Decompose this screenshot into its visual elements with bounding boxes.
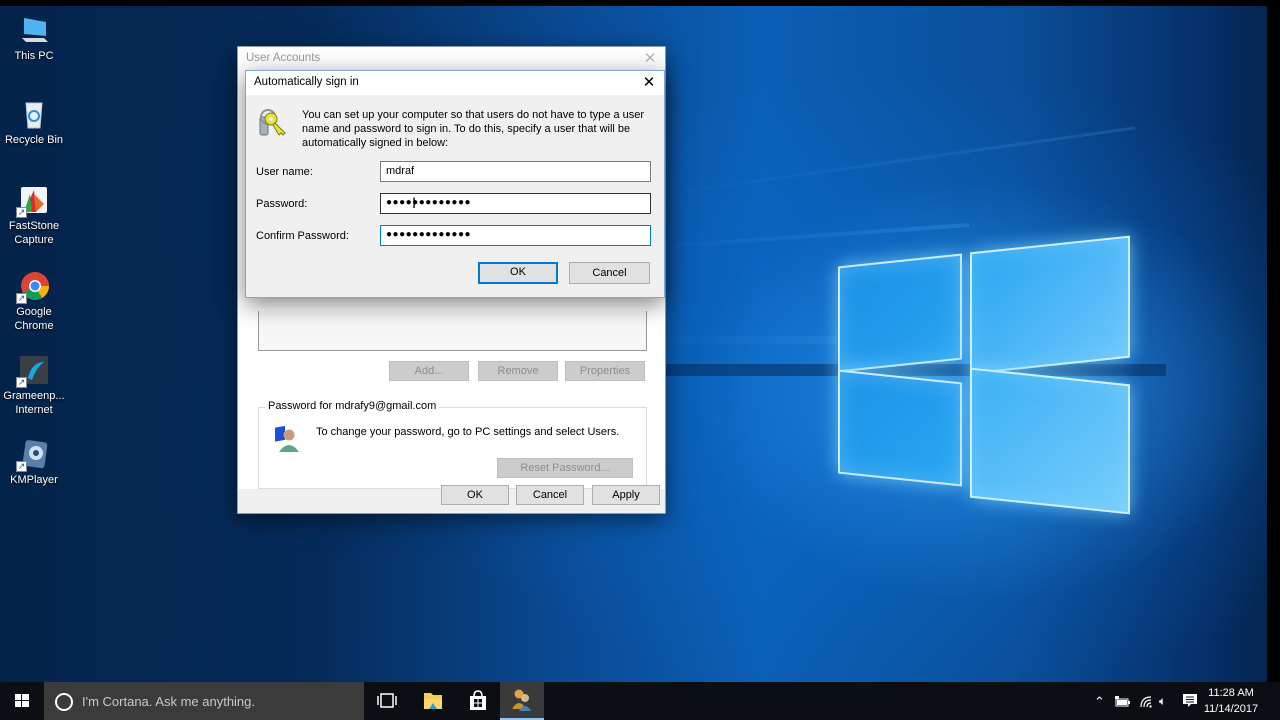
desktop-icon-label: KMPlayer bbox=[10, 474, 58, 486]
desktop-icon-google-chrome[interactable]: ↗ Google Chrome bbox=[2, 270, 66, 333]
auto-signin-body: You can set up your computer so that use… bbox=[246, 95, 664, 297]
password-field[interactable]: ●●●●●●●●●●●●● bbox=[380, 193, 651, 214]
windows-logo-pane bbox=[970, 235, 1130, 375]
cancel-button[interactable]: Cancel bbox=[516, 485, 584, 505]
password-group: Password for mdrafy9@gmail.com To change… bbox=[258, 400, 647, 489]
action-center-icon[interactable] bbox=[1182, 693, 1198, 709]
recycle-bin-icon bbox=[18, 98, 50, 130]
desktop-icon-label: FastStone Capture bbox=[8, 220, 60, 246]
close-icon[interactable]: ✕ bbox=[640, 73, 658, 91]
wallpaper-ray bbox=[640, 336, 840, 344]
grameenphone-internet-icon: ↗ bbox=[16, 354, 50, 388]
user-password-icon bbox=[273, 425, 301, 458]
user-accounts-icon bbox=[512, 689, 531, 711]
desktop-icon-label: Recycle Bin bbox=[4, 134, 64, 146]
desktop-icon-this-pc[interactable]: This PC bbox=[2, 14, 66, 63]
cortana-placeholder: I'm Cortana. Ask me anything. bbox=[82, 694, 256, 709]
properties-button[interactable]: Properties bbox=[565, 361, 645, 381]
windows-logo-pane bbox=[838, 253, 962, 373]
task-view-icon bbox=[377, 693, 397, 708]
desktop-icon-grameenphone-internet[interactable]: ↗ Grameenp... Internet bbox=[2, 354, 66, 417]
dialog-title: Automatically sign in bbox=[254, 76, 359, 88]
user-accounts-footer: OK Cancel Apply bbox=[238, 485, 665, 513]
user-list[interactable] bbox=[258, 311, 647, 351]
file-explorer-button[interactable] bbox=[411, 682, 455, 720]
faststone-capture-icon: ↗ bbox=[16, 184, 50, 218]
this-pc-icon bbox=[18, 14, 50, 46]
wallpaper-ray bbox=[639, 222, 970, 250]
add-user-button[interactable]: Add... bbox=[389, 361, 469, 381]
keys-icon bbox=[256, 107, 288, 144]
store-icon bbox=[470, 690, 486, 710]
wallpaper-dark-band bbox=[666, 364, 1166, 376]
system-clock[interactable]: 11:28 AM 11/14/2017 bbox=[1200, 685, 1262, 717]
username-field[interactable]: mdraf bbox=[380, 161, 651, 182]
confirm-password-label: Confirm Password: bbox=[256, 230, 349, 242]
password-change-message: To change your password, go to PC settin… bbox=[316, 426, 620, 438]
cortana-search-box[interactable]: I'm Cortana. Ask me anything. bbox=[44, 682, 364, 720]
windows-logo-pane bbox=[838, 369, 962, 487]
automatically-sign-in-dialog: Automatically sign in ✕ You can set up y… bbox=[245, 70, 665, 298]
desktop-icon-kmplayer[interactable]: ↗ KMPlayer bbox=[2, 438, 66, 487]
cancel-button[interactable]: Cancel bbox=[569, 262, 650, 284]
clock-date: 11/14/2017 bbox=[1203, 703, 1259, 715]
volume-icon[interactable]: 🔈︎ bbox=[1159, 694, 1166, 709]
task-view-button[interactable] bbox=[365, 682, 409, 720]
desktop-icon-label: Grameenp... Internet bbox=[3, 390, 65, 416]
window-title: User Accounts bbox=[246, 52, 321, 64]
wifi-icon[interactable] bbox=[1139, 695, 1153, 709]
google-chrome-icon: ↗ bbox=[16, 270, 50, 304]
confirm-password-field[interactable]: ●●●●●●●●●●●●● bbox=[380, 225, 651, 246]
kmplayer-icon: ↗ bbox=[16, 438, 50, 472]
user-accounts-titlebar[interactable]: User Accounts ✕ bbox=[238, 47, 665, 71]
wallpaper-ray bbox=[639, 126, 1136, 199]
battery-power-icon[interactable] bbox=[1115, 696, 1131, 708]
shortcut-arrow-icon: ↗ bbox=[16, 377, 27, 388]
auto-signin-titlebar[interactable]: Automatically sign in ✕ bbox=[246, 71, 664, 95]
text-cursor-icon: I bbox=[412, 196, 417, 212]
windows-logo-pane bbox=[970, 367, 1130, 515]
file-explorer-icon bbox=[424, 693, 442, 709]
show-hidden-icons-chevron-icon[interactable]: ⌃ bbox=[1094, 694, 1105, 710]
password-group-legend: Password for mdrafy9@gmail.com bbox=[265, 400, 440, 412]
clock-time: 11:28 AM bbox=[1208, 687, 1254, 699]
shortcut-arrow-icon: ↗ bbox=[16, 207, 27, 218]
auto-signin-description: You can set up your computer so that use… bbox=[302, 109, 645, 149]
desktop-icon-recycle-bin[interactable]: Recycle Bin bbox=[2, 98, 66, 147]
close-icon[interactable]: ✕ bbox=[641, 49, 659, 67]
username-label: User name: bbox=[256, 166, 313, 178]
remove-user-button[interactable]: Remove bbox=[478, 361, 558, 381]
shortcut-arrow-icon: ↗ bbox=[16, 461, 27, 472]
desktop-icon-label: This PC bbox=[14, 50, 54, 62]
apply-button[interactable]: Apply bbox=[592, 485, 660, 505]
cortana-icon bbox=[55, 693, 73, 711]
windows-start-icon bbox=[15, 694, 29, 707]
shortcut-arrow-icon: ↗ bbox=[16, 293, 27, 304]
store-button[interactable] bbox=[456, 682, 500, 720]
ok-button[interactable]: OK bbox=[478, 262, 558, 284]
user-accounts-taskbar-button[interactable] bbox=[500, 682, 544, 720]
start-button[interactable] bbox=[0, 682, 44, 720]
desktop-icon-label: Google Chrome bbox=[14, 306, 54, 332]
ok-button[interactable]: OK bbox=[441, 485, 509, 505]
taskbar: I'm Cortana. Ask me anything. ⌃ 🔈︎ 11:28… bbox=[0, 682, 1280, 720]
reset-password-button[interactable]: Reset Password... bbox=[497, 458, 633, 478]
desktop-icon-faststone-capture[interactable]: ↗ FastStone Capture bbox=[2, 184, 66, 247]
password-label: Password: bbox=[256, 198, 308, 210]
